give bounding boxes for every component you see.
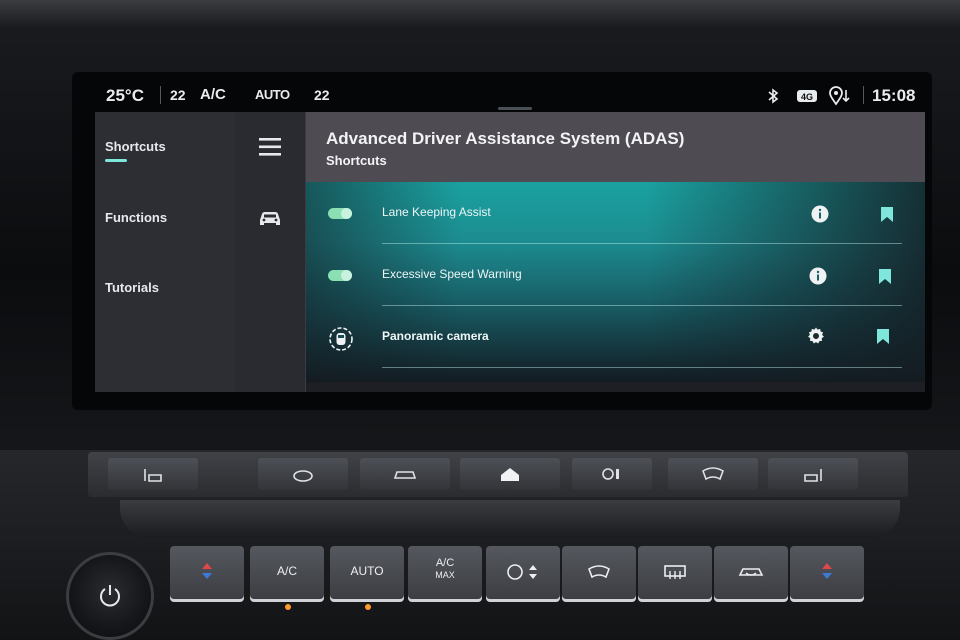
bluetooth-icon xyxy=(768,88,779,104)
nav-item-label: Shortcuts xyxy=(105,139,166,154)
side-nav: Shortcuts Functions Tutorials xyxy=(95,112,236,392)
status-bar: 25°C 22 A/C AUTO 22 4G 15:08 xyxy=(100,80,920,110)
outside-temperature: 25°C xyxy=(106,86,144,105)
car-icon[interactable] xyxy=(257,204,283,230)
ac-button-label: A/C xyxy=(276,564,297,578)
ac-max-label-top: A/C xyxy=(435,557,455,569)
active-indicator xyxy=(105,159,127,162)
speed-warning-toggle[interactable] xyxy=(328,270,352,281)
lane-keeping-toggle[interactable] xyxy=(328,208,352,219)
nav-item-label: Functions xyxy=(105,210,168,225)
content-panel: Advanced Driver Assistance System (ADAS)… xyxy=(306,112,925,392)
fan-icon xyxy=(507,564,537,580)
page-title: Advanced Driver Assistance System (ADAS) xyxy=(326,129,685,148)
console-trim xyxy=(120,500,900,538)
heated-wheel-button[interactable] xyxy=(258,458,348,490)
power-volume-knob[interactable] xyxy=(66,552,154,640)
ac-status[interactable]: A/C xyxy=(200,86,226,103)
menu-icon[interactable] xyxy=(257,134,283,160)
fan-button[interactable] xyxy=(486,546,560,602)
app-window: Shortcuts Functions Tutorials Advanced D… xyxy=(95,112,925,392)
clock: 15:08 xyxy=(872,86,916,105)
heated-seat-left-button[interactable] xyxy=(108,458,198,490)
bookmark-icon[interactable] xyxy=(881,207,893,222)
rear-defrost-icon xyxy=(664,565,686,579)
list-item[interactable]: Lane Keeping Assist xyxy=(306,182,925,244)
ac-button[interactable]: A/C xyxy=(250,546,324,602)
info-icon[interactable] xyxy=(810,204,830,224)
left-zone-temp[interactable]: 22 xyxy=(170,87,186,103)
drawer-handle[interactable] xyxy=(498,107,532,110)
auto-status[interactable]: AUTO xyxy=(255,87,290,102)
front-defrost-button[interactable] xyxy=(668,458,758,490)
shortcut-list: Lane Keeping Assist Excessive Speed Warn… xyxy=(306,182,925,382)
recirculation-icon xyxy=(738,568,764,576)
row-label: Excessive Speed Warning xyxy=(382,267,522,281)
page-subtitle: Shortcuts xyxy=(326,153,387,168)
bookmark-icon[interactable] xyxy=(877,329,889,344)
location-icon xyxy=(829,86,850,106)
rear-defrost-button[interactable] xyxy=(638,546,712,602)
gear-icon[interactable] xyxy=(806,326,826,346)
temp-up-down-icon xyxy=(202,563,212,579)
row-label: Lane Keeping Assist xyxy=(382,205,491,219)
icon-bar xyxy=(235,112,306,392)
status-divider xyxy=(863,86,864,104)
list-item[interactable]: Excessive Speed Warning xyxy=(306,244,925,306)
front-defrost-icon xyxy=(588,565,610,579)
nav-item-functions[interactable]: Functions xyxy=(105,210,167,225)
ac-indicator-led xyxy=(285,604,291,610)
nav-item-shortcuts[interactable]: Shortcuts xyxy=(105,139,166,154)
fan-speed-button[interactable] xyxy=(572,458,652,490)
heated-seat-right-button[interactable] xyxy=(768,458,858,490)
power-icon xyxy=(100,585,120,607)
camera-icon[interactable] xyxy=(328,326,354,352)
status-divider xyxy=(160,86,161,104)
info-icon[interactable] xyxy=(808,266,828,286)
temp-up-down-icon xyxy=(822,563,832,579)
ac-max-button[interactable]: A/C MAX xyxy=(408,546,482,602)
front-defrost-key[interactable] xyxy=(562,546,636,602)
shortcut-button-strip xyxy=(88,452,908,497)
svg-text:4G: 4G xyxy=(801,92,813,102)
ac-max-label-bottom: MAX xyxy=(435,570,455,580)
right-zone-temp[interactable]: 22 xyxy=(314,87,330,103)
4g-icon: 4G xyxy=(797,90,817,102)
row-label: Panoramic camera xyxy=(382,329,489,343)
home-button[interactable] xyxy=(460,458,560,490)
temp-left-button[interactable] xyxy=(170,546,244,602)
content-header: Advanced Driver Assistance System (ADAS)… xyxy=(306,112,925,182)
nav-item-label: Tutorials xyxy=(105,280,159,295)
row-divider xyxy=(382,367,902,368)
auto-button-label: AUTO xyxy=(350,564,384,578)
nav-item-tutorials[interactable]: Tutorials xyxy=(105,280,159,295)
auto-indicator-led xyxy=(365,604,371,610)
dashboard-trim xyxy=(0,0,960,30)
auto-button[interactable]: AUTO xyxy=(330,546,404,602)
temp-right-button[interactable] xyxy=(790,546,864,602)
vehicle-button[interactable] xyxy=(360,458,450,490)
recirculation-button[interactable] xyxy=(714,546,788,602)
bookmark-icon[interactable] xyxy=(879,269,891,284)
list-item[interactable]: Panoramic camera xyxy=(306,306,925,368)
